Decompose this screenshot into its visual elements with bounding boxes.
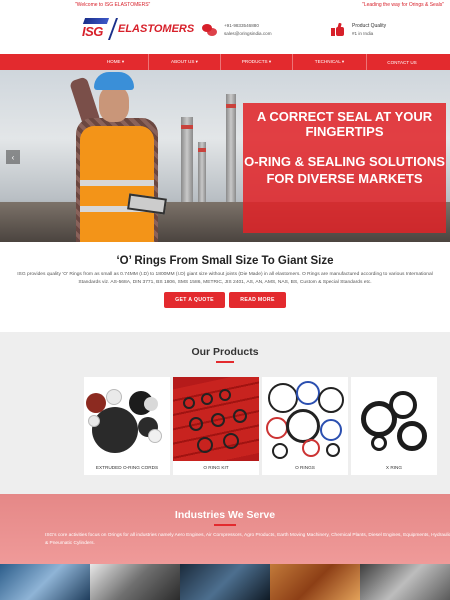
- product-label: O RINGS: [295, 465, 315, 470]
- industries-title: Industries We Serve: [174, 509, 276, 521]
- products-title: Our Products: [191, 346, 259, 358]
- product-card-cords[interactable]: EXTRUDED O-RING CORDS: [84, 377, 170, 475]
- industry-image[interactable]: [360, 564, 450, 600]
- industry-image[interactable]: [270, 564, 360, 600]
- industry-image[interactable]: [180, 564, 270, 600]
- phone-number[interactable]: +91-9833546880: [224, 22, 272, 30]
- quality-badge: Product Quality #1 in India: [331, 22, 386, 38]
- main-nav: HOME ▾ ABOUT US ▾ PRODUCTS ▾ TECHNICAL ▾…: [0, 54, 450, 70]
- hard-hat-icon: [94, 72, 134, 90]
- industries-body: ISG's core activities focus on Orings fo…: [45, 533, 450, 546]
- x-ring-image: [351, 377, 437, 461]
- o-ring-cords-image: [84, 377, 170, 461]
- intro-section: ‘O’ Rings From Small Size To Giant Size …: [0, 242, 450, 308]
- factory-chimney: [226, 94, 236, 212]
- industry-image[interactable]: [90, 564, 180, 600]
- site-header: ISG ELASTOMERS +91-9833546880 sales@orin…: [0, 10, 450, 54]
- quality-title: Product Quality: [352, 23, 387, 29]
- industries-section: Industries We Serve ISG's core activitie…: [0, 494, 450, 564]
- contact-info: +91-9833546880 sales@oringsindia.com: [202, 22, 272, 38]
- intro-body: ISG provides quality 'O' Rings from as s…: [17, 272, 433, 286]
- nav-technical[interactable]: TECHNICAL ▾: [293, 54, 367, 70]
- welcome-text: "Welcome to ISG ELASTOMERS": [75, 2, 151, 8]
- title-divider: [216, 361, 234, 363]
- logo-company-name: ELASTOMERS: [118, 23, 195, 35]
- logo-separator: [107, 18, 119, 40]
- hero-headline: A CORRECT SEAL AT YOUR FINGERTIPS: [256, 109, 433, 139]
- tagline-text: "Leading the way for Orings & Seals": [362, 2, 444, 8]
- product-label: O RING KIT: [203, 465, 229, 470]
- logo-mark: ISG: [82, 18, 110, 40]
- intro-title: ‘O’ Rings From Small Size To Giant Size: [116, 255, 334, 267]
- nav-home[interactable]: HOME ▾: [83, 54, 149, 70]
- industry-image[interactable]: [0, 564, 90, 600]
- worker-image: [36, 70, 176, 242]
- get-a-quote-button[interactable]: GET A QUOTE: [164, 291, 225, 308]
- products-section: Our Products EXTRUDED O-RING CORDS O RIN…: [0, 332, 450, 494]
- nav-about-us[interactable]: ABOUT US ▾: [149, 54, 221, 70]
- industries-image-strip: [0, 564, 450, 600]
- nav-products[interactable]: PRODUCTS ▾: [221, 54, 293, 70]
- product-card-kit[interactable]: O RING KIT: [173, 377, 259, 475]
- title-divider: [214, 524, 236, 526]
- hero-caption: A CORRECT SEAL AT YOUR FINGERTIPS O-RING…: [243, 103, 446, 233]
- o-ring-kit-image: [173, 377, 259, 461]
- factory-chimney: [181, 117, 193, 212]
- quality-subtitle: #1 in India: [352, 31, 374, 36]
- logo-isg-text: ISG: [82, 24, 103, 39]
- o-rings-image: [262, 377, 348, 461]
- top-bar: "Welcome to ISG ELASTOMERS" "Leading the…: [0, 0, 450, 10]
- email-link[interactable]: sales@oringsindia.com: [224, 30, 272, 38]
- hero-slider: ‹ A CORRECT SEAL AT YOUR FINGERTIPS O-RI…: [0, 70, 450, 242]
- product-label: X RING: [385, 465, 403, 470]
- product-label: EXTRUDED O-RING CORDS: [95, 465, 159, 470]
- slider-prev-arrow-icon[interactable]: ‹: [6, 150, 20, 164]
- chat-icon: [202, 23, 217, 37]
- nav-contact-us[interactable]: CONTACT US: [367, 54, 437, 70]
- product-card-orings[interactable]: O RINGS: [262, 377, 348, 475]
- hero-subheadline: O-RING & SEALING SOLUTIONS FOR DIVERSE M…: [244, 154, 445, 186]
- read-more-button[interactable]: READ MORE: [229, 291, 286, 308]
- site-logo[interactable]: ISG ELASTOMERS: [82, 18, 194, 40]
- product-card-xring[interactable]: X RING: [351, 377, 437, 475]
- thumbs-up-icon: [331, 22, 345, 37]
